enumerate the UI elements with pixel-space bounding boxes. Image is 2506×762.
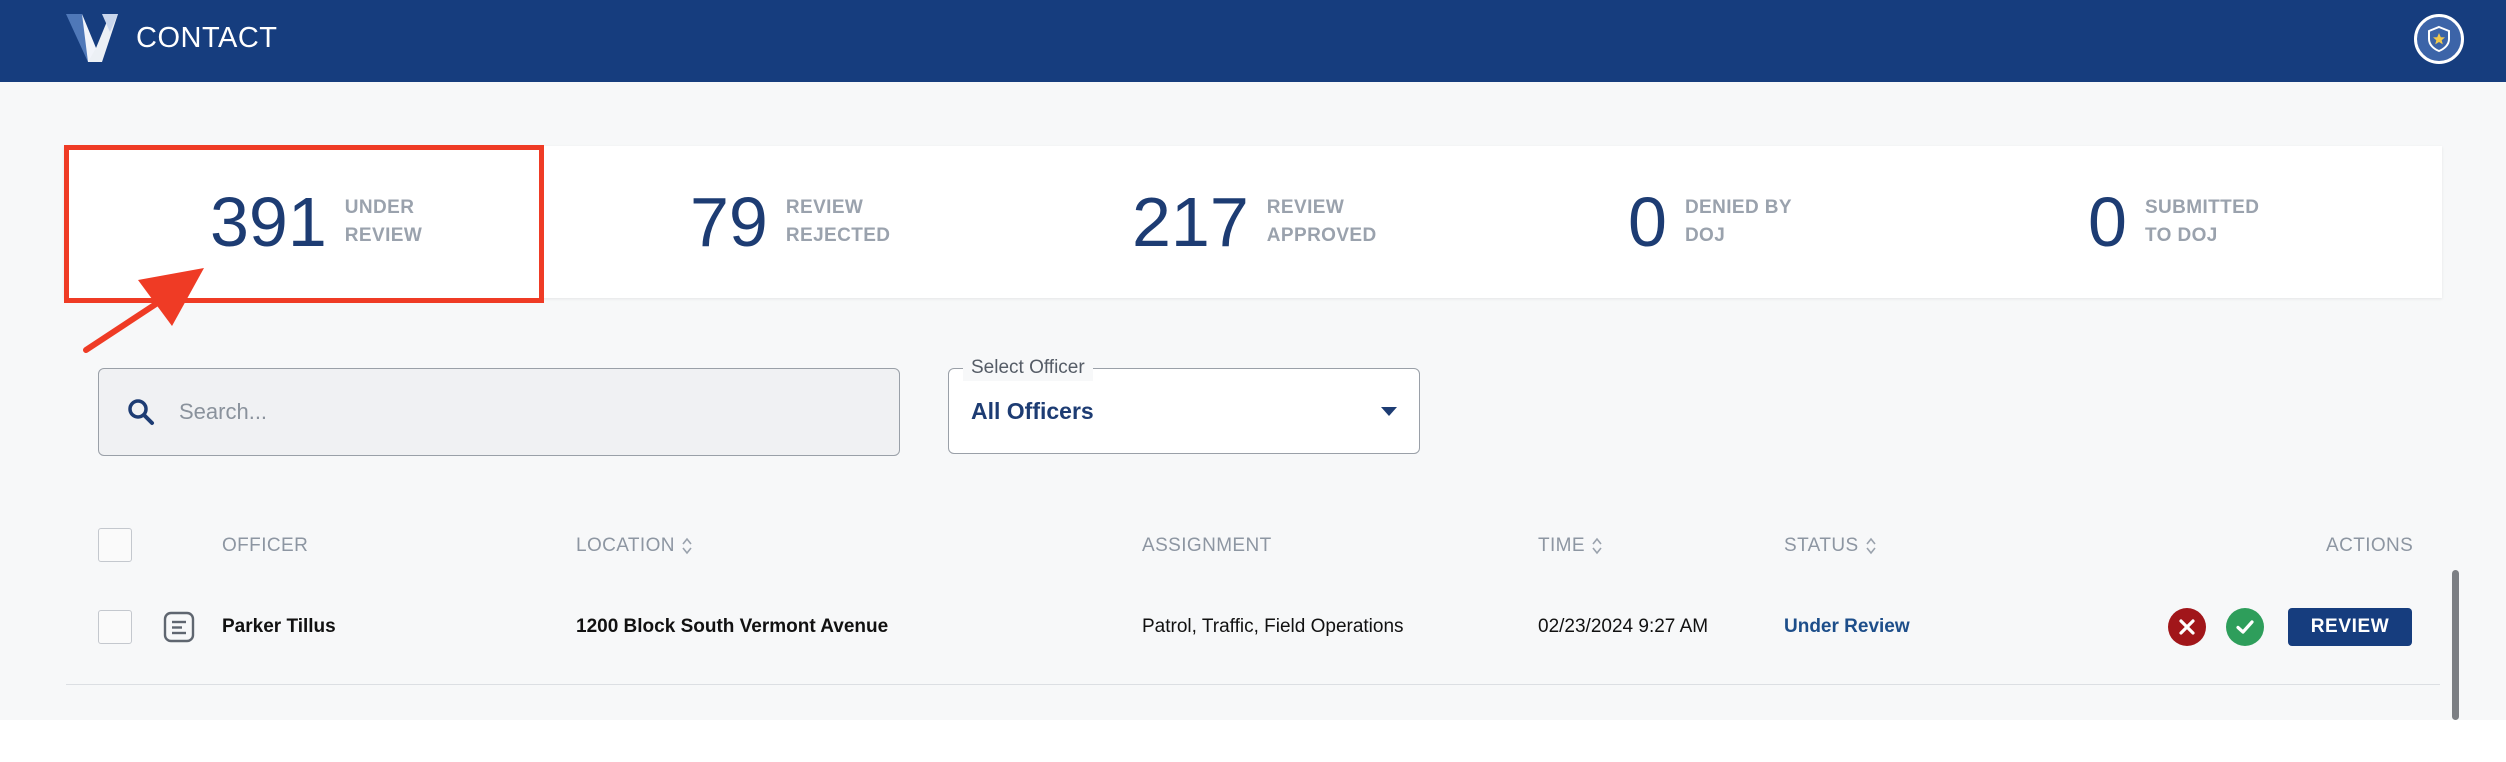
officer-select[interactable]: Select Officer All Officers — [948, 355, 1420, 454]
stat-review-approved[interactable]: 217 REVIEW APPROVED — [1132, 146, 1377, 298]
document-icon[interactable] — [162, 610, 196, 644]
stat-label-line: DENIED BY — [1684, 197, 1792, 218]
stat-label: DENIED BY DOJ — [1685, 194, 1792, 250]
stat-submitted-to-doj[interactable]: 0 SUBMITTED TO DOJ — [2088, 146, 2259, 298]
check-icon — [2236, 620, 2254, 634]
sort-icon[interactable] — [1592, 537, 1602, 555]
row-divider — [66, 684, 2440, 685]
column-header-label: STATUS — [1784, 535, 1859, 556]
cell-time: 02/23/2024 9:27 AM — [1538, 616, 1709, 637]
top-bar: CONTACT — [0, 0, 2506, 82]
sort-icon[interactable] — [1865, 537, 1876, 555]
stat-review-rejected[interactable]: 79 REVIEW REJECTED — [690, 146, 890, 298]
column-header-assignment: ASSIGNMENT — [1142, 533, 1272, 559]
approve-button[interactable] — [2226, 608, 2264, 646]
column-header-label: ACTIONS — [2326, 535, 2414, 556]
review-button[interactable]: REVIEW — [2288, 608, 2412, 646]
column-header-officer: OFFICER — [222, 533, 308, 559]
column-header-time[interactable]: TIME — [1538, 533, 1602, 559]
stat-label-line: TO DOJ — [2144, 225, 2218, 246]
stat-label-line: APPROVED — [1266, 225, 1377, 246]
column-header-actions: ACTIONS — [2326, 533, 2413, 559]
stat-label-line: REJECTED — [785, 225, 891, 246]
app-title: CONTACT — [136, 22, 278, 54]
annotation-arrow-icon — [83, 268, 204, 353]
stat-label-line: REVIEW — [1266, 197, 1345, 218]
column-header-label: TIME — [1538, 535, 1585, 556]
search-icon — [128, 399, 154, 425]
stat-label-line: REVIEW — [785, 197, 864, 218]
app-root: CONTACT 391 UNDER REVIEW 79 REVIEW REJEC… — [0, 0, 2506, 720]
reject-button[interactable] — [2168, 608, 2206, 646]
cell-assignment: Patrol, Traffic, Field Operations — [1142, 616, 1404, 637]
column-header-location[interactable]: LOCATION — [576, 533, 692, 559]
cell-officer: Parker Tillus — [222, 616, 336, 637]
stat-label: REVIEW APPROVED — [1267, 194, 1377, 250]
column-header-status[interactable]: STATUS — [1784, 533, 1876, 559]
stat-label: SUBMITTED TO DOJ — [2145, 194, 2259, 250]
stat-value: 217 — [1132, 183, 1249, 261]
sort-icon[interactable] — [682, 537, 692, 555]
cell-status-link[interactable]: Under Review — [1784, 614, 1910, 640]
column-header-label: LOCATION — [576, 535, 675, 556]
select-all-checkbox[interactable] — [98, 528, 132, 562]
stat-label-line: SUBMITTED — [2144, 197, 2260, 218]
stat-value: 0 — [2088, 183, 2127, 261]
stat-label: REVIEW REJECTED — [786, 194, 891, 250]
vertical-scrollbar[interactable] — [2452, 570, 2459, 720]
search-input[interactable] — [179, 389, 859, 435]
officer-select-label: Select Officer — [963, 355, 1093, 381]
column-header-label: OFFICER — [222, 535, 309, 556]
profile-button[interactable] — [2414, 14, 2464, 64]
search-box — [98, 368, 900, 456]
column-header-label: ASSIGNMENT — [1142, 535, 1272, 556]
stat-denied-by-doj[interactable]: 0 DENIED BY DOJ — [1628, 146, 1792, 298]
v-logo-icon[interactable] — [66, 14, 118, 62]
stat-value: 0 — [1628, 183, 1667, 261]
caret-down-icon — [1381, 407, 1397, 416]
shield-badge-icon — [2428, 25, 2450, 53]
row-checkbox[interactable] — [98, 610, 132, 644]
stat-label-line: DOJ — [1684, 225, 1726, 246]
cell-location: 1200 Block South Vermont Avenue — [576, 616, 889, 637]
officer-select-value: All Officers — [971, 398, 1094, 424]
close-icon — [2179, 619, 2195, 635]
stat-value: 79 — [690, 183, 768, 261]
